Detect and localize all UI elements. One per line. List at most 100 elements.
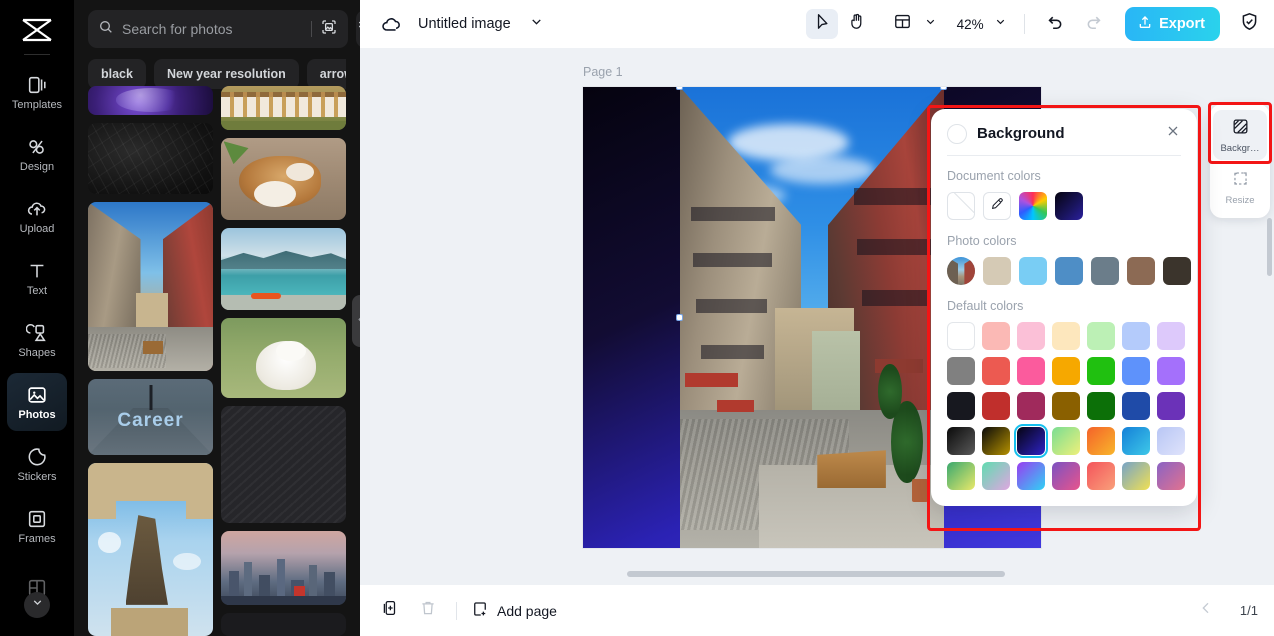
swatch-navy-indigo-gradient[interactable] (1014, 424, 1048, 458)
swatch-amber[interactable] (1052, 357, 1080, 385)
swatch-navy-blue[interactable] (1122, 392, 1150, 420)
close-background-panel-button[interactable] (1165, 123, 1181, 144)
hand-tool-button[interactable] (840, 9, 872, 39)
photo-thumb[interactable] (221, 227, 346, 311)
layout-caret-button[interactable] (920, 9, 940, 39)
photo-thumb[interactable] (221, 137, 346, 220)
swatch-color-picker[interactable] (983, 192, 1011, 220)
swatch-green[interactable] (1087, 357, 1115, 385)
swatch-dark-brown[interactable] (1163, 257, 1191, 285)
swatch-coral-red[interactable] (982, 357, 1010, 385)
document-title[interactable]: Untitled image (418, 16, 511, 32)
photo-thumb[interactable] (88, 86, 213, 116)
select-tool-button[interactable] (806, 9, 839, 39)
swatch-sky-blue[interactable] (1019, 257, 1047, 285)
tag-chip[interactable]: New year resolution (153, 59, 299, 89)
photo-thumb[interactable] (221, 613, 346, 636)
current-background-swatch[interactable] (947, 123, 967, 144)
swatch-rainbow[interactable] (1019, 192, 1047, 220)
dock-item-background[interactable]: Backgr… (1213, 110, 1267, 160)
swatch-purple[interactable] (1157, 357, 1185, 385)
search-input[interactable] (122, 21, 303, 37)
swatch-no-color[interactable] (947, 192, 975, 220)
swatch-deep-purple[interactable] (1157, 392, 1185, 420)
swatch-purple-rose-gradient[interactable] (1157, 462, 1185, 490)
dock-item-resize[interactable]: Resize (1213, 162, 1267, 212)
title-menu-button[interactable] (529, 14, 544, 34)
cloud-icon[interactable] (378, 11, 404, 37)
swatch-light-pink[interactable] (1017, 322, 1045, 350)
prev-page-button[interactable] (1198, 600, 1214, 621)
swatch-white[interactable] (947, 322, 975, 350)
export-button[interactable]: Export (1125, 7, 1220, 41)
swatch-slate-gray[interactable] (1091, 257, 1119, 285)
swatch-light-blue[interactable] (1122, 322, 1150, 350)
swatch-green-yellow-2-gradient[interactable] (947, 462, 975, 490)
swatch-black-gray-gradient[interactable] (947, 427, 975, 455)
sidebar-item-shapes[interactable]: Shapes (7, 311, 67, 369)
swatch-blue-cyan-gradient[interactable] (1122, 427, 1150, 455)
photo-thumb[interactable] (88, 123, 213, 194)
duplicate-page-button[interactable] (376, 597, 404, 625)
sidebar-item-text[interactable]: Text (7, 249, 67, 307)
swatch-mint-pink-gradient[interactable] (982, 462, 1010, 490)
photo-grid[interactable]: Career (88, 86, 346, 636)
add-page-button[interactable]: Add page (471, 600, 557, 621)
undo-button[interactable] (1039, 9, 1071, 39)
photo-thumb[interactable] (221, 530, 346, 606)
rail-expand-button[interactable] (24, 592, 50, 618)
sidebar-item-templates[interactable]: Templates (7, 63, 67, 121)
delete-page-button[interactable] (414, 597, 442, 625)
swatch-brown[interactable] (1127, 257, 1155, 285)
swatch-light-salmon[interactable] (982, 322, 1010, 350)
zoom-level[interactable]: 42% (952, 17, 988, 32)
swatch-dark-navy-gradient[interactable] (1055, 192, 1083, 220)
swatch-maroon-pink[interactable] (1017, 392, 1045, 420)
sidebar-item-photos[interactable]: Photos (7, 373, 67, 431)
search-input-wrap[interactable] (88, 10, 348, 48)
photo-thumb[interactable] (221, 318, 346, 399)
panel-collapse-handle[interactable] (352, 295, 360, 347)
sidebar-item-design[interactable]: Design (7, 125, 67, 183)
swatch-hot-pink[interactable] (1017, 357, 1045, 385)
canvas-horizontal-scrollbar[interactable] (627, 571, 1005, 577)
swatch-blue[interactable] (1122, 357, 1150, 385)
redo-button[interactable] (1077, 9, 1109, 39)
swatch-beige[interactable] (983, 257, 1011, 285)
swatch-green-yellow-gradient[interactable] (1052, 427, 1080, 455)
swatch-source-photo[interactable] (947, 257, 975, 285)
swatch-purple-pink-gradient[interactable] (1052, 462, 1080, 490)
swatch-steel-blue[interactable] (1055, 257, 1083, 285)
swatch-dark-gold[interactable] (1052, 392, 1080, 420)
selection-handle[interactable] (676, 314, 683, 321)
swatch-red-pink-gradient[interactable] (1087, 462, 1115, 490)
canvas-photo[interactable] (680, 87, 944, 548)
swatch-blue-yellow-gradient[interactable] (1122, 462, 1150, 490)
capcut-logo-icon[interactable] (14, 12, 60, 48)
tag-chip[interactable]: arrow (306, 59, 346, 89)
photo-thumb[interactable] (221, 406, 346, 523)
layout-button[interactable] (886, 9, 918, 39)
swatch-light-peach[interactable] (1052, 322, 1080, 350)
swatch-near-black[interactable] (947, 392, 975, 420)
sidebar-item-stickers[interactable]: Stickers (7, 435, 67, 493)
visual-search-icon[interactable] (320, 18, 338, 41)
swatch-light-purple[interactable] (1157, 322, 1185, 350)
swatch-gray[interactable] (947, 357, 975, 385)
swatch-black-gold-gradient[interactable] (982, 427, 1010, 455)
selection-handle[interactable] (676, 87, 683, 90)
dock-vertical-scrollbar[interactable] (1267, 218, 1272, 276)
swatch-orange-yellow-gradient[interactable] (1087, 427, 1115, 455)
photo-thumb[interactable] (221, 86, 346, 130)
swatch-purple-cyan-gradient[interactable] (1017, 462, 1045, 490)
photo-thumb[interactable] (88, 201, 213, 371)
swatch-lavender-gradient[interactable] (1157, 427, 1185, 455)
selection-handle[interactable] (940, 87, 947, 90)
photo-thumb[interactable] (88, 463, 213, 636)
sidebar-item-frames[interactable]: Frames (7, 497, 67, 555)
canvas-area[interactable]: Page 1 Backgr… Resize Background Documen… (360, 48, 1274, 585)
swatch-light-green[interactable] (1087, 322, 1115, 350)
swatch-brick-red[interactable] (982, 392, 1010, 420)
zoom-caret-button[interactable] (990, 9, 1010, 39)
swatch-dark-green[interactable] (1087, 392, 1115, 420)
